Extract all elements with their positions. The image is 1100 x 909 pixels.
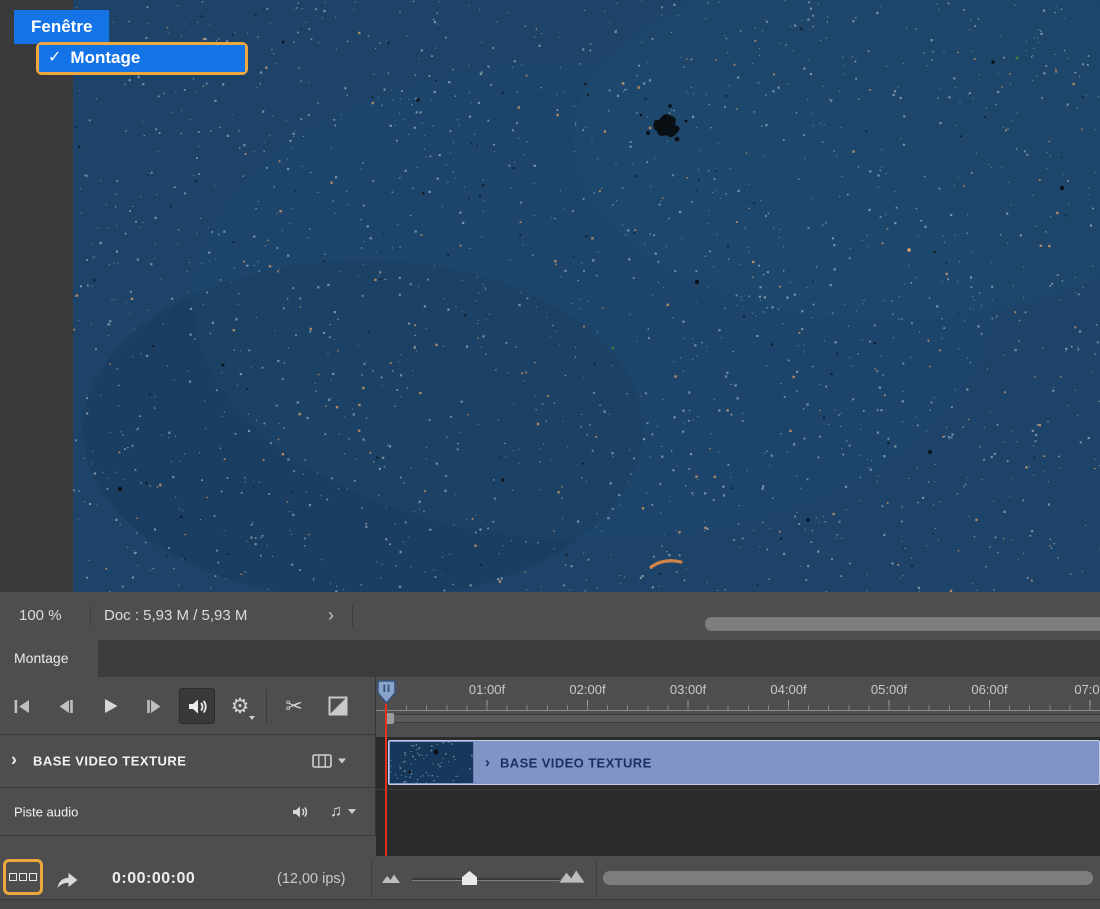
split-clip-button[interactable]: ✂ [276, 688, 312, 724]
divider [352, 605, 353, 627]
video-track-label: BASE VIDEO TEXTURE [33, 754, 186, 769]
next-frame-icon [145, 699, 163, 714]
work-area-bar[interactable] [385, 714, 1100, 723]
zoom-level-field[interactable]: 100 % [19, 600, 62, 632]
divider [596, 861, 597, 897]
first-frame-icon [13, 699, 31, 714]
next-frame-button[interactable] [136, 688, 172, 724]
video-texture-image [73, 0, 1100, 592]
chevron-down-icon [338, 759, 346, 764]
pasteboard [0, 0, 73, 592]
scissors-icon: ✂ [285, 696, 303, 717]
audio-track-header: Piste audio ♫ [0, 788, 376, 836]
ruler-label: 03:00f [670, 682, 706, 697]
convert-to-frame-animation-button[interactable] [6, 862, 40, 892]
previous-frame-icon [57, 699, 75, 714]
document-size-info: Doc : 5,93 M / 5,93 M [104, 600, 247, 632]
menubar-item-fenetre[interactable]: Fenêtre [14, 10, 109, 44]
frame-square-icon [19, 873, 27, 881]
divider [371, 861, 372, 897]
play-icon [102, 698, 119, 714]
timeline-toolbar: ⚙ ✂ [0, 677, 376, 735]
zoom-in-button[interactable] [556, 865, 588, 885]
status-bar: 100 % Doc : 5,93 M / 5,93 M › [0, 592, 1100, 640]
audio-mute-toggle-button[interactable] [179, 688, 215, 724]
chevron-down-icon [249, 716, 255, 720]
timeline-horizontal-scrollbar[interactable] [603, 871, 1093, 885]
menu-item-montage[interactable]: ✓ Montage [39, 45, 245, 72]
gear-icon: ⚙ [231, 696, 250, 717]
checkmark-icon: ✓ [48, 50, 61, 66]
ruler-label: 01:00f [469, 682, 505, 697]
clip-thumbnail [390, 742, 474, 783]
audio-track-options-button[interactable]: ♫ [330, 804, 356, 820]
divider [376, 710, 1100, 711]
music-note-icon: ♫ [330, 804, 342, 820]
ruler-label: 04:00f [770, 682, 806, 697]
timeline-settings-button[interactable]: ⚙ [222, 688, 258, 724]
timeline-ruler[interactable]: 01:00f 02:00f 03:00f 04:00f 05:00f 06:00… [376, 677, 1100, 737]
divider [90, 605, 91, 627]
frame-square-icon [29, 873, 37, 881]
document-horizontal-scrollbar[interactable] [705, 617, 1100, 631]
menu-item-label: Montage [70, 48, 140, 68]
audio-mute-button[interactable] [292, 805, 308, 818]
clip-label: BASE VIDEO TEXTURE [500, 755, 652, 770]
export-arrow-icon [54, 869, 80, 890]
status-popup-chevron-icon[interactable]: › [328, 599, 334, 631]
transition-icon [328, 696, 348, 716]
document-canvas[interactable] [73, 0, 1100, 592]
audio-track-label: Piste audio [14, 804, 78, 819]
panel-bottom-edge [0, 899, 1100, 909]
annotation-highlight-montage: ✓ Montage [36, 42, 248, 75]
video-track-options-button[interactable] [312, 754, 346, 769]
playhead[interactable] [377, 680, 396, 705]
ruler-label: 06:00f [971, 682, 1007, 697]
playhead-line [385, 701, 387, 856]
timeline-tracks-area: › BASE VIDEO TEXTURE [376, 737, 1100, 856]
timeline-zoom-slider-thumb[interactable] [462, 871, 477, 885]
transition-button[interactable] [320, 688, 356, 724]
annotation-highlight-frames-button [3, 859, 43, 895]
timeline-zoom-slider[interactable] [412, 878, 560, 880]
track-expand-chevron-icon[interactable]: › [11, 750, 17, 771]
frame-square-icon [9, 873, 17, 881]
menu-label: Fenêtre [31, 17, 92, 37]
small-mountain-icon [381, 872, 401, 884]
clip-expand-chevron-icon[interactable]: › [485, 754, 490, 771]
tab-montage[interactable]: Montage [0, 640, 98, 677]
chevron-down-icon [348, 809, 356, 814]
zoom-out-button[interactable] [379, 870, 403, 886]
play-button[interactable] [92, 688, 128, 724]
divider [376, 789, 1100, 790]
timeline-panel-tabbar: Montage [0, 640, 1100, 677]
current-time-display[interactable]: 0:00:00:00 [112, 860, 195, 898]
ruler-label: 07:0 [1074, 682, 1099, 697]
filmstrip-icon [312, 754, 332, 769]
previous-frame-button[interactable] [48, 688, 84, 724]
speaker-icon [292, 805, 308, 818]
first-frame-button[interactable] [4, 688, 40, 724]
photoshop-app: Fenêtre ✓ Montage 100 % Doc : 5,93 M / 5… [0, 0, 1100, 909]
video-track-header: › BASE VIDEO TEXTURE [0, 735, 376, 788]
large-mountain-icon [558, 867, 586, 884]
render-export-button[interactable] [52, 866, 82, 892]
video-clip[interactable]: › BASE VIDEO TEXTURE [388, 740, 1100, 785]
ruler-label: 02:00f [569, 682, 605, 697]
framerate-display: (12,00 ips) [277, 860, 346, 898]
speaker-icon [187, 698, 208, 715]
divider [266, 689, 267, 723]
ruler-label: 05:00f [871, 682, 907, 697]
tab-label: Montage [14, 650, 68, 666]
